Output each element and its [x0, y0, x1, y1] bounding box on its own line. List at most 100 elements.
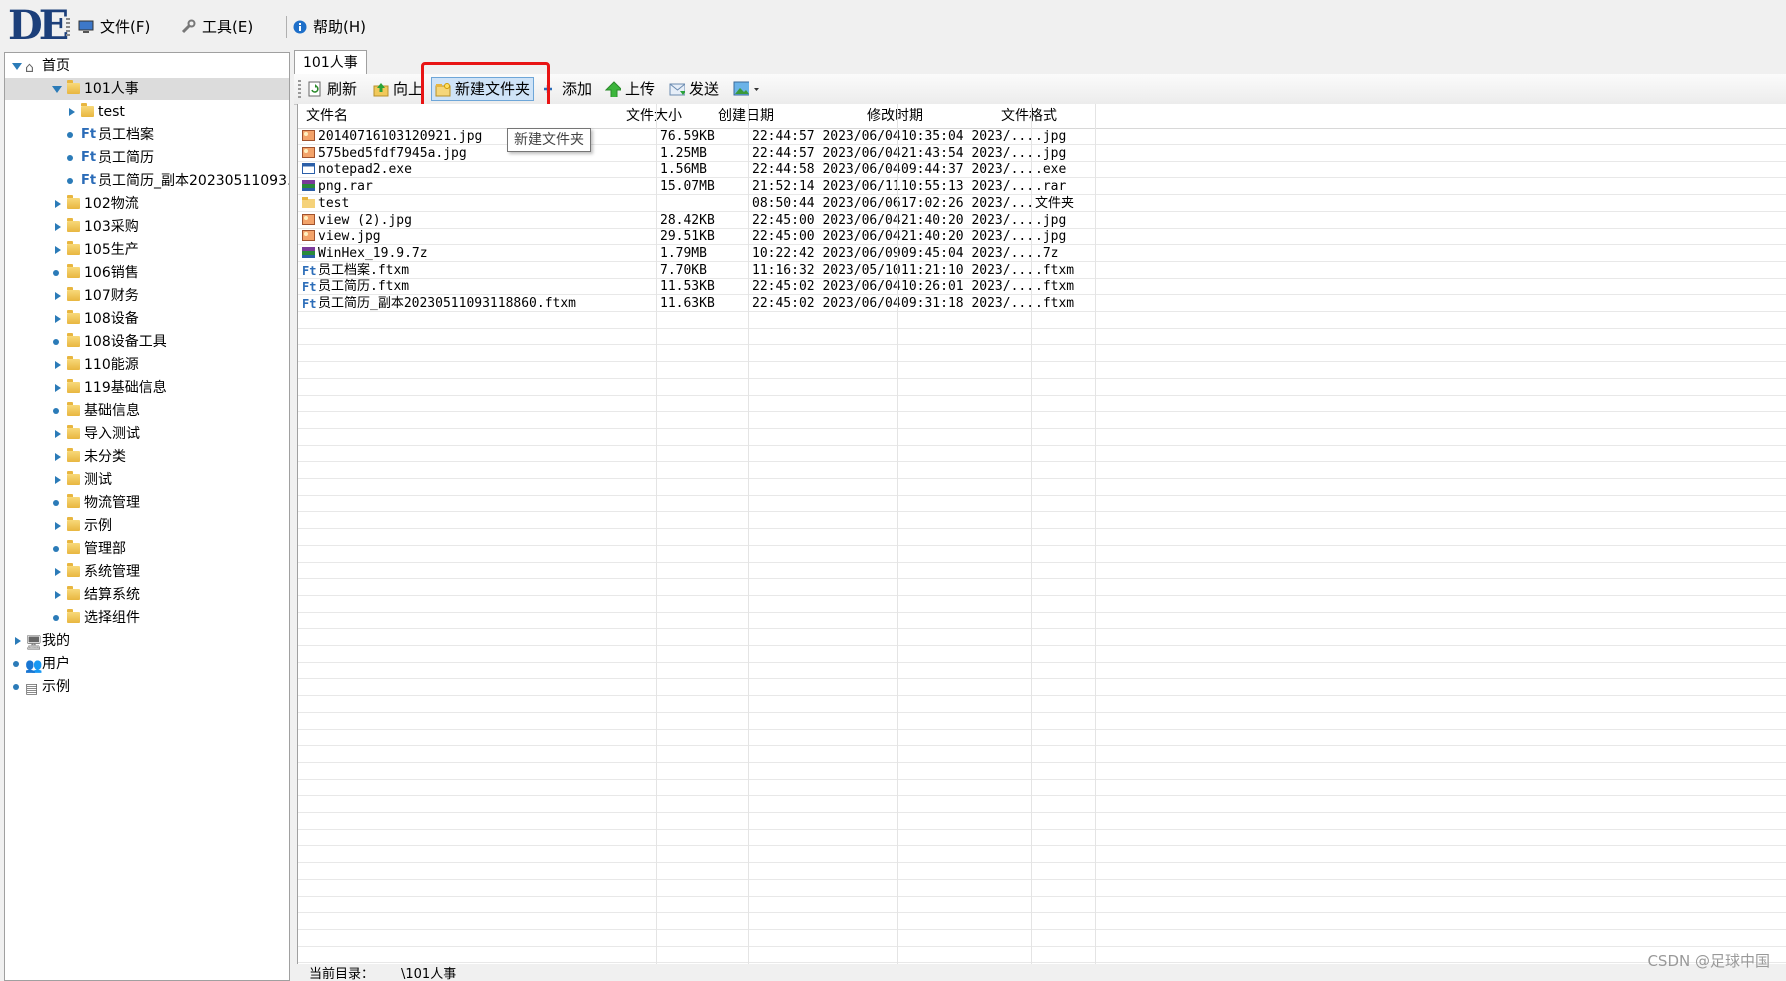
file-name-cell: Ft 员工简历_副本20230511093118860.ftxm: [302, 295, 576, 312]
tree-item-folder[interactable]: 110能源: [5, 354, 289, 376]
document-icon: ▤: [25, 681, 39, 697]
tree-item-home[interactable]: ⌂ 首页: [5, 55, 289, 77]
collapsed-arrow-icon[interactable]: [55, 315, 61, 323]
tree-item-folder[interactable]: 示例: [5, 515, 289, 537]
tree-item-document[interactable]: ▤ 示例: [5, 676, 289, 698]
file-row[interactable]: test 08:50:44 2023/06/06 17:02:26 2023/...…: [298, 195, 1786, 212]
collapsed-arrow-icon[interactable]: [55, 200, 61, 208]
tree-item-folder[interactable]: 102物流: [5, 193, 289, 215]
menu-file[interactable]: 文件(F): [78, 16, 150, 38]
file-row[interactable]: notepad2.exe 1.56MB 22:44:58 2023/06/04 09:…: [298, 161, 1786, 179]
collapsed-arrow-icon[interactable]: [55, 453, 61, 461]
file-modified-cell: 11:21:10 2023/...: [901, 262, 1035, 278]
empty-row: [298, 362, 1786, 379]
file-size-cell: 29.51KB: [660, 229, 715, 245]
col-header-modified[interactable]: 修改时期: [867, 104, 923, 128]
tree-item-folder[interactable]: 未分类: [5, 446, 289, 468]
tree-item-folder[interactable]: 103采购: [5, 216, 289, 238]
collapsed-arrow-icon[interactable]: [55, 591, 61, 599]
collapsed-arrow-icon[interactable]: [55, 384, 61, 392]
file-size-cell: 7.70KB: [660, 262, 707, 278]
tree-item-101-child[interactable]: Ft 员工简历: [5, 147, 289, 169]
empty-row: [298, 779, 1786, 797]
folder-icon: [67, 494, 80, 508]
tree-item-101-child[interactable]: test: [5, 101, 289, 123]
empty-row: [298, 445, 1786, 463]
archive-file-icon: [302, 180, 315, 192]
file-row[interactable]: Ft 员工简历_副本20230511093118860.ftxm 11.63KB 22…: [298, 295, 1786, 312]
empty-row: [298, 880, 1786, 897]
up-button[interactable]: 向上: [370, 77, 426, 101]
expand-down-icon[interactable]: [52, 86, 62, 93]
refresh-icon: [308, 81, 321, 97]
tree-item-folder[interactable]: 物流管理: [5, 492, 289, 514]
upload-button[interactable]: 上传: [602, 77, 658, 101]
file-row[interactable]: Ft 员工简历.ftxm 11.53KB 22:45:02 2023/06/04 10:…: [298, 278, 1786, 296]
leaf-dot-icon: [67, 178, 73, 184]
collapsed-arrow-icon[interactable]: [15, 637, 21, 645]
empty-row: [298, 345, 1786, 363]
tree-item-folder[interactable]: 基础信息: [5, 400, 289, 422]
file-row[interactable]: view.jpg 29.51KB 22:45:00 2023/06/04 21:40:…: [298, 228, 1786, 246]
col-header-name[interactable]: 文件名: [306, 104, 348, 128]
tree-item-folder[interactable]: 119基础信息: [5, 377, 289, 399]
tree-item-folder[interactable]: 管理部: [5, 538, 289, 560]
tab-101[interactable]: 101人事: [294, 50, 367, 75]
tree-item-users[interactable]: 👥 用户: [5, 653, 289, 675]
tree-item-folder[interactable]: 105生产: [5, 239, 289, 261]
menu-tools[interactable]: 工具(E): [180, 16, 253, 38]
col-header-format[interactable]: 文件格式: [1001, 104, 1057, 128]
file-name-cell: Ft 员工档案.ftxm: [302, 262, 409, 279]
tree-item-folder[interactable]: 108设备工具: [5, 331, 289, 353]
collapsed-arrow-icon[interactable]: [55, 223, 61, 231]
tree-item-computer[interactable]: 🖥 我的: [5, 630, 289, 652]
empty-row: [298, 546, 1786, 563]
file-row[interactable]: WinHex_19.9.7z 1.79MB 10:22:42 2023/06/09 0…: [298, 245, 1786, 262]
tree-item-101-child[interactable]: Ft 员工简历_副本20230511093…: [5, 170, 289, 192]
tree-item-101-child[interactable]: Ft 员工档案: [5, 124, 289, 146]
collapsed-arrow-icon[interactable]: [55, 246, 61, 254]
home-icon: ⌂: [25, 60, 34, 76]
new-folder-button[interactable]: 新建文件夹: [431, 77, 535, 101]
tree-item-folder[interactable]: 导入测试: [5, 423, 289, 445]
col-header-size[interactable]: 文件大小: [626, 104, 682, 128]
send-button[interactable]: 发送: [666, 77, 722, 101]
tree-item-folder[interactable]: 107财务: [5, 285, 289, 307]
empty-row: [298, 328, 1786, 346]
leaf-dot-icon: [13, 661, 19, 667]
tree-item-folder[interactable]: 选择组件: [5, 607, 289, 629]
file-row[interactable]: png.rar 15.07MB 21:52:14 2023/06/11 10:55:1…: [298, 178, 1786, 196]
collapsed-arrow-icon[interactable]: [55, 361, 61, 369]
folder-icon: [67, 218, 80, 232]
file-name: 员工档案.ftxm: [318, 262, 410, 278]
menu-help[interactable]: 帮助(H): [293, 16, 366, 38]
file-name-cell: 575bed5fdf7945a.jpg: [302, 145, 467, 162]
tree-item-101[interactable]: 101人事: [5, 78, 289, 100]
folder-icon: [67, 80, 80, 94]
view-dropdown-button[interactable]: [730, 77, 763, 101]
empty-row: [298, 863, 1786, 880]
file-row[interactable]: Ft 员工档案.ftxm 7.70KB 11:16:32 2023/05/10 11:2…: [298, 262, 1786, 279]
tree-item-label: 用户: [42, 656, 70, 672]
collapsed-arrow-icon[interactable]: [69, 108, 75, 116]
empty-row: [298, 412, 1786, 429]
tree-item-folder[interactable]: 结算系统: [5, 584, 289, 606]
add-button[interactable]: 添加: [539, 77, 595, 101]
collapsed-arrow-icon[interactable]: [55, 568, 61, 576]
refresh-button[interactable]: 刷新: [304, 77, 360, 101]
file-modified-cell: 10:26:01 2023/...: [901, 279, 1035, 295]
file-created-cell: 21:52:14 2023/06/11: [752, 179, 901, 195]
file-row[interactable]: view (2).jpg 28.42KB 22:45:00 2023/06/04 21…: [298, 212, 1786, 229]
collapsed-arrow-icon[interactable]: [55, 476, 61, 484]
collapsed-arrow-icon[interactable]: [55, 292, 61, 300]
collapsed-arrow-icon[interactable]: [55, 430, 61, 438]
tree-item-folder[interactable]: 系统管理: [5, 561, 289, 583]
expand-down-icon[interactable]: [12, 63, 22, 70]
tree-item-folder[interactable]: 106销售: [5, 262, 289, 284]
file-created-cell: 22:44:57 2023/06/04: [752, 145, 901, 161]
collapsed-arrow-icon[interactable]: [55, 522, 61, 530]
tree-item-folder[interactable]: 测试: [5, 469, 289, 491]
col-header-created[interactable]: 创建日期: [718, 104, 774, 128]
tree-item-folder[interactable]: 108设备: [5, 308, 289, 330]
file-created-cell: 08:50:44 2023/06/06: [752, 195, 901, 211]
